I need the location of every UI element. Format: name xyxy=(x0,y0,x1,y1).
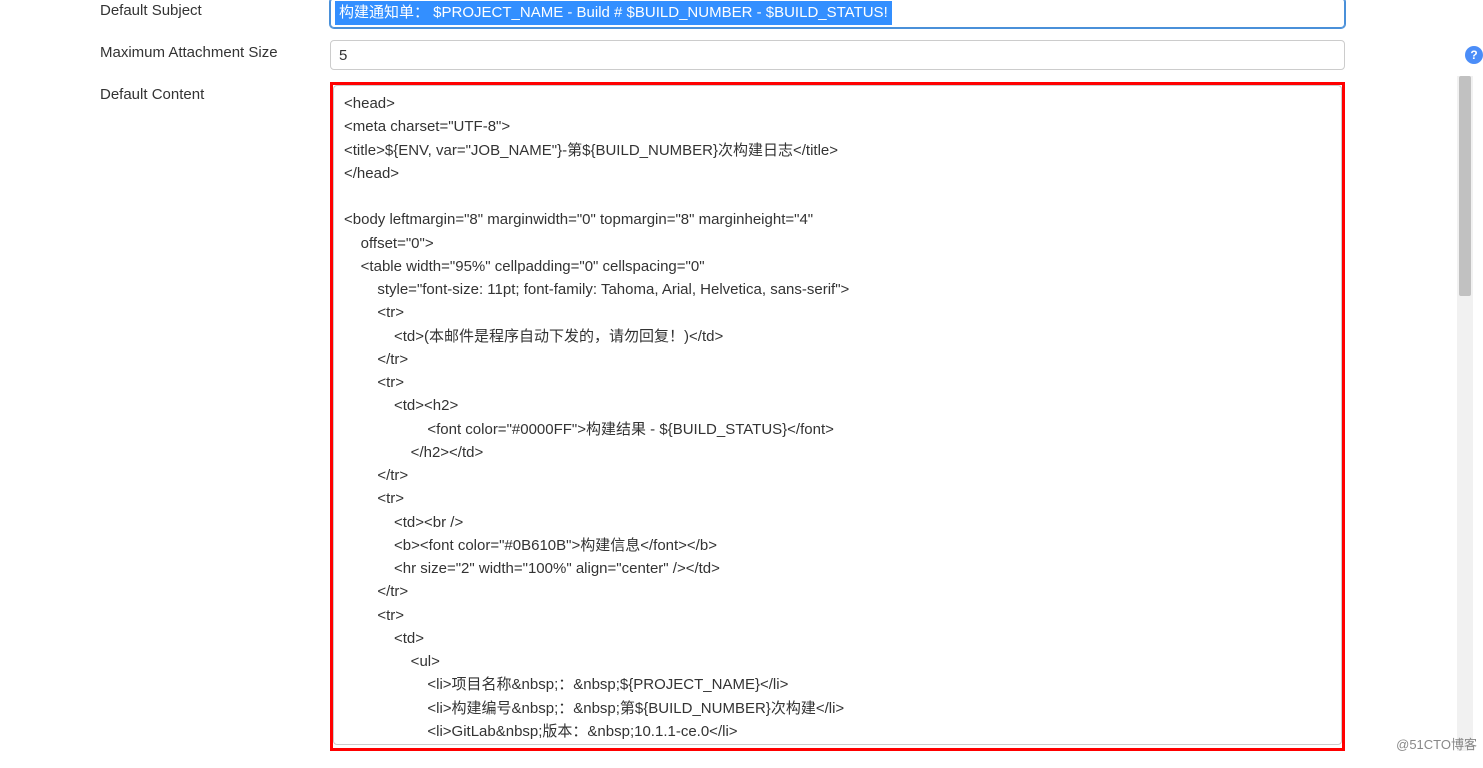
scrollbar-track[interactable] xyxy=(1457,76,1473,751)
max-attachment-input[interactable] xyxy=(330,40,1345,70)
default-subject-label: Default Subject xyxy=(0,0,330,19)
scrollbar-thumb[interactable] xyxy=(1459,76,1471,296)
default-content-label: Default Content xyxy=(0,82,330,103)
max-attachment-label: Maximum Attachment Size xyxy=(0,40,330,61)
default-content-highlight-box xyxy=(330,82,1345,751)
default-subject-selected-text: 构建通知单： $PROJECT_NAME - Build # $BUILD_NU… xyxy=(335,1,892,25)
help-icon[interactable]: ? xyxy=(1465,46,1483,64)
default-subject-input[interactable]: 构建通知单： $PROJECT_NAME - Build # $BUILD_NU… xyxy=(330,0,1345,28)
default-content-textarea[interactable] xyxy=(333,85,1342,745)
watermark: @51CTO博客 xyxy=(1396,734,1477,753)
